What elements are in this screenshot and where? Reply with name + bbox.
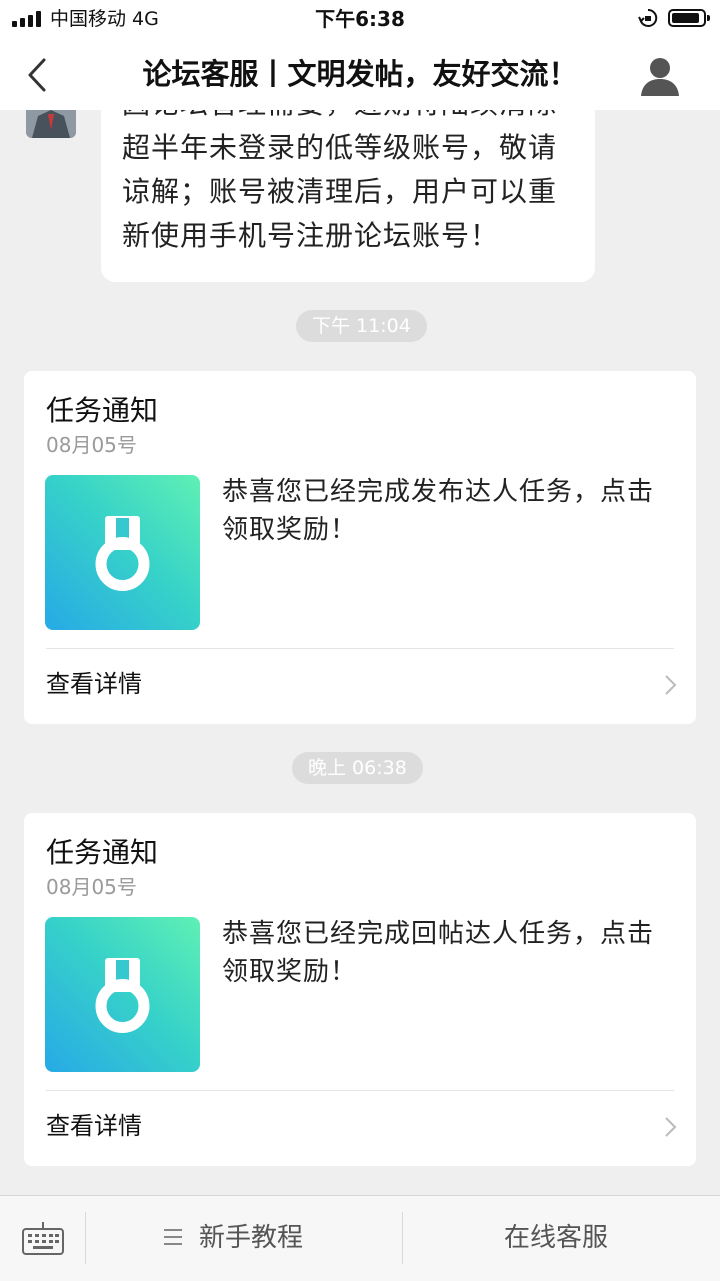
- menu-label: 新手教程: [199, 1223, 304, 1253]
- timestamp-badge: 下午 11:04: [296, 310, 427, 342]
- divider: [46, 648, 674, 649]
- medal-icon: [95, 516, 150, 591]
- notice-title: 任务通知: [46, 836, 159, 869]
- page-title: 论坛客服丨文明发帖，友好交流！: [142, 57, 578, 91]
- divider: [46, 1090, 674, 1091]
- view-details-link[interactable]: 查看详情: [46, 667, 142, 701]
- notice-thumbnail: [45, 475, 200, 630]
- medal-icon: [95, 958, 150, 1033]
- view-details-link[interactable]: 查看详情: [46, 1109, 142, 1143]
- chat-content[interactable]: 因论坛管理需要，近期将陆续清除超半年未登录的低等级账号，敬请谅解；账号被清理后，…: [0, 110, 720, 1195]
- navigation-bar: 论坛客服丨文明发帖，友好交流！: [0, 40, 720, 110]
- status-bar: 中国移动 4G 下午6:38: [0, 0, 720, 40]
- message-text: 因论坛管理需要，近期将陆续清除超半年未登录的低等级账号，敬请谅解；账号被清理后，…: [122, 110, 558, 252]
- notice-thumbnail: [45, 917, 200, 1072]
- notice-text: 恭喜您已经完成发布达人任务，点击领取奖励！: [222, 477, 655, 545]
- chevron-right-icon: [665, 1117, 677, 1137]
- task-notice-card[interactable]: 任务通知 08月05号 恭喜您已经完成回帖达人任务，点击领取奖励！ 查看详情: [24, 813, 696, 1166]
- notice-date: 08月05号: [46, 875, 137, 899]
- battery-icon: [668, 9, 710, 27]
- notice-text: 恭喜您已经完成回帖达人任务，点击领取奖励！: [222, 919, 655, 987]
- avatar[interactable]: [26, 110, 76, 138]
- timestamp-badge: 晚上 06:38: [292, 752, 423, 784]
- menu-online-service[interactable]: 在线客服: [403, 1196, 720, 1281]
- chevron-left-icon[interactable]: [14, 52, 60, 98]
- keyboard-toggle-button[interactable]: [0, 1196, 85, 1281]
- message-bubble: 因论坛管理需要，近期将陆续清除超半年未登录的低等级账号，敬请谅解；账号被清理后，…: [101, 110, 595, 282]
- status-time: 下午6:38: [315, 7, 405, 31]
- user-silhouette-icon[interactable]: [636, 52, 684, 100]
- notice-date: 08月05号: [46, 433, 137, 457]
- keyboard-icon: [22, 1222, 64, 1255]
- task-notice-card[interactable]: 任务通知 08月05号 恭喜您已经完成发布达人任务，点击领取奖励！ 查看详情: [24, 371, 696, 724]
- bottom-menu-bar: 新手教程 在线客服: [0, 1195, 720, 1281]
- notice-title: 任务通知: [46, 394, 159, 427]
- rotation-lock-icon: [638, 8, 658, 27]
- menu-list-icon: [164, 1227, 182, 1247]
- menu-label: 在线客服: [504, 1223, 609, 1253]
- chevron-right-icon: [665, 675, 677, 695]
- menu-tutorial[interactable]: 新手教程: [86, 1196, 401, 1281]
